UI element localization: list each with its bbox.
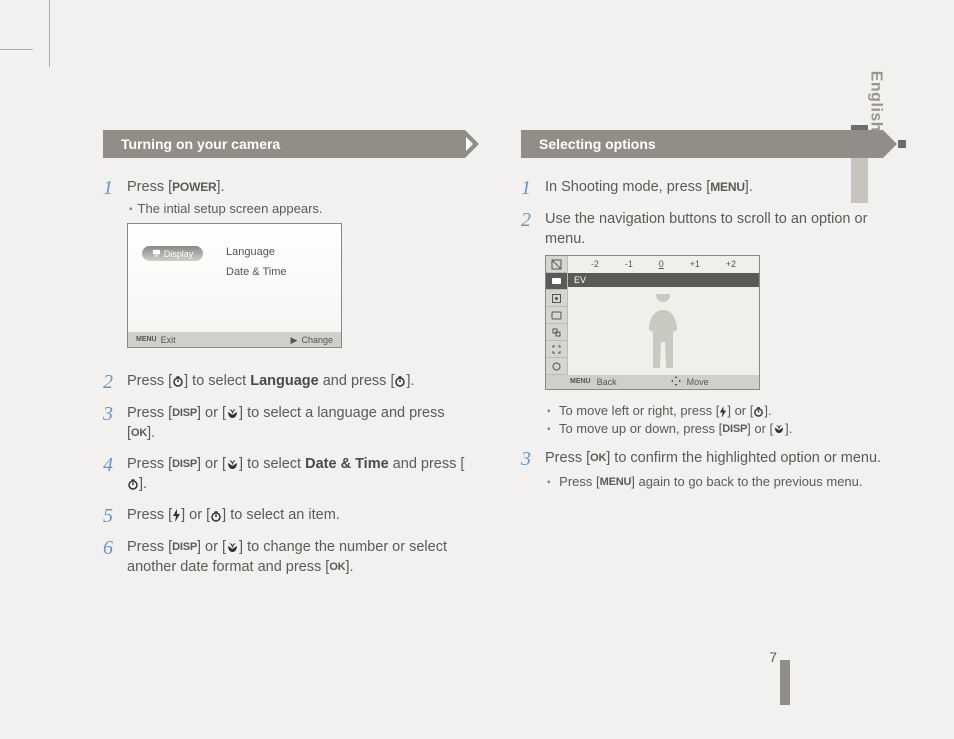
size-tab-icon [551, 327, 562, 338]
timer-icon [394, 375, 406, 387]
ss1-datetime: Date & Time [226, 263, 287, 283]
disp-icon: DISP [172, 407, 197, 419]
ok-icon: OK [329, 561, 345, 573]
disp-icon: DISP [172, 541, 197, 553]
setup-screen-illustration: Display Language Date & Time MENU Exit ▶ [127, 223, 342, 348]
language-tab: English [866, 71, 884, 132]
section-heading-right: Selecting options [521, 130, 883, 158]
wb-tab-icon [551, 277, 562, 285]
page-number: 7 [769, 649, 777, 665]
column-left: Turning on your camera 1 Press [POWER]. … [103, 130, 465, 589]
timer-icon [172, 375, 184, 387]
step-1-sub: The intial setup screen appears. [129, 200, 465, 218]
person-silhouette-icon [636, 294, 691, 372]
monitor-icon [152, 249, 161, 258]
column-right: Selecting options 1 In Shooting mode, pr… [521, 130, 883, 589]
macro-icon [226, 459, 239, 470]
chevron-right-icon [466, 137, 473, 151]
options-screen-illustration: -2 -1 0 +1 +2 EV MENU [545, 255, 760, 390]
section-heading-left: Turning on your camera [103, 130, 465, 158]
face-tab-icon [551, 311, 562, 320]
display-pill: Display [142, 246, 203, 261]
step-2: 2 Press [] to select Language and press … [103, 372, 465, 392]
manual-page: English Turning on your camera 1 Press [… [75, 70, 900, 695]
step-5: 5 Press [] or [] to select an item. [103, 506, 465, 526]
step-3: 3 Press [DISP] or [] to select a languag… [103, 404, 465, 443]
macro-icon [226, 542, 239, 553]
move-icon [671, 376, 681, 389]
macro-icon [773, 424, 785, 434]
flash-icon [172, 509, 181, 522]
sub-left-right: To move left or right, press [] or []. [547, 402, 883, 420]
step-r3-sub: Press [MENU] again to go back to the pre… [547, 473, 883, 491]
step-6: 6 Press [DISP] or [] to change the numbe… [103, 538, 465, 577]
page-bar [780, 660, 790, 705]
step-4: 4 Press [DISP] or [] to select Date & Ti… [103, 455, 465, 494]
play-icon: ▶ [291, 334, 298, 346]
timer-icon [210, 510, 222, 522]
timer-icon [127, 478, 139, 490]
iso-tab-icon [551, 293, 562, 304]
af-tab-icon [551, 344, 562, 355]
menu-icon-small: MENU [570, 377, 591, 386]
ok-icon: OK [590, 452, 606, 464]
power-button-label: POWER [172, 180, 216, 194]
sub-up-down: To move up or down, press [DISP] or []. [547, 420, 883, 438]
ev-row: EV [568, 273, 759, 287]
ss1-language: Language [226, 243, 287, 263]
step-r1: 1 In Shooting mode, press [MENU]. [521, 178, 883, 198]
heading-text: Turning on your camera [121, 136, 280, 152]
ev-tab-icon [551, 259, 562, 270]
style-tab-icon [551, 361, 562, 372]
heading-text: Selecting options [539, 136, 656, 152]
step-r3: 3 Press [OK] to confirm the highlighted … [521, 449, 883, 490]
step-r2: 2 Use the navigation buttons to scroll t… [521, 210, 883, 437]
menu-icon: MENU [600, 476, 632, 488]
timer-icon [753, 406, 764, 417]
macro-icon [226, 408, 239, 419]
disp-icon: DISP [172, 458, 197, 470]
ok-icon: OK [131, 426, 147, 438]
disp-icon: DISP [722, 423, 747, 435]
step-1: 1 Press [POWER]. The intial setup screen… [103, 178, 465, 360]
menu-icon-small: MENU [136, 335, 157, 344]
menu-button-label: MENU [710, 180, 745, 194]
